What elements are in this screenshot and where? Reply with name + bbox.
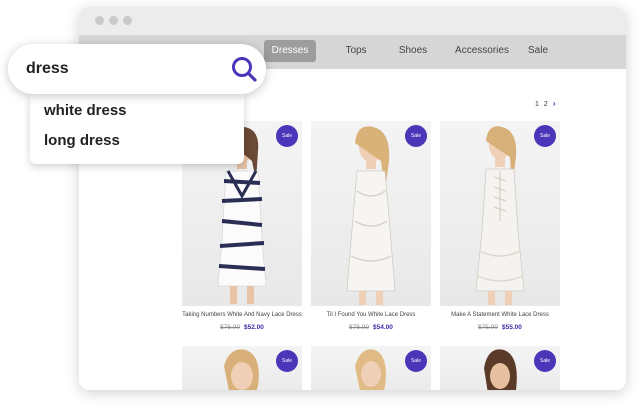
page: Dresses Tops Shoes Accessories Sale 1 2 ›	[0, 0, 640, 412]
suggestion-item[interactable]: white dress	[44, 102, 127, 119]
window-dot-maximize[interactable]	[123, 16, 132, 25]
sale-price: $52.00	[244, 324, 264, 331]
product-card[interactable]: Sale	[182, 346, 302, 390]
original-price: $75.00	[349, 324, 369, 331]
title-bar	[79, 7, 626, 35]
product-card[interactable]: Sale	[440, 346, 560, 390]
nav-item-shoes[interactable]: Shoes	[393, 40, 433, 62]
sale-badge: Sale	[405, 125, 427, 147]
nav-item-dresses[interactable]: Dresses	[264, 40, 316, 62]
product-image[interactable]: Sale	[440, 346, 560, 390]
sale-badge: Sale	[276, 125, 298, 147]
nav-item-accessories[interactable]: Accessories	[452, 40, 512, 62]
dress-photo-icon	[475, 126, 525, 305]
product-title[interactable]: Taking Numbers White And Navy Lace Dress	[182, 312, 302, 318]
product-card[interactable]: Sale Make A Statement White Lace Dress $…	[440, 121, 560, 331]
sale-price: $54.00	[373, 324, 393, 331]
original-price: $75.00	[478, 324, 498, 331]
next-page-icon[interactable]: ›	[553, 99, 556, 108]
search-suggestions: white dress long dress	[30, 94, 244, 164]
original-price: $75.00	[220, 324, 240, 331]
sale-badge: Sale	[534, 350, 556, 372]
nav-item-sale[interactable]: Sale	[525, 40, 551, 62]
dress-photo-icon	[346, 126, 396, 305]
product-price-row: $75.00 $55.00	[440, 324, 560, 331]
window-dot-minimize[interactable]	[109, 16, 118, 25]
nav-item-tops[interactable]: Tops	[338, 40, 374, 62]
sale-badge: Sale	[405, 350, 427, 372]
product-title[interactable]: Make A Statement White Lace Dress	[440, 312, 560, 318]
search-icon[interactable]	[230, 55, 258, 83]
sale-badge: Sale	[534, 125, 556, 147]
product-image[interactable]: Sale	[182, 346, 302, 390]
product-card[interactable]: Sale	[311, 346, 431, 390]
window-dot-close[interactable]	[95, 16, 104, 25]
product-price-row: $75.00 $54.00	[311, 324, 431, 331]
search-bar	[8, 44, 266, 94]
suggestion-item[interactable]: long dress	[44, 132, 120, 149]
search-input[interactable]	[26, 56, 206, 82]
page-1-link[interactable]: 1	[535, 101, 539, 108]
product-price-row: $75.00 $52.00	[182, 324, 302, 331]
pagination: 1 2 ›	[535, 99, 560, 108]
product-title[interactable]: Til I Found You White Lace Dress	[311, 312, 431, 318]
sale-price: $55.00	[502, 324, 522, 331]
product-image[interactable]: Sale	[440, 121, 560, 306]
product-image[interactable]: Sale	[311, 346, 431, 390]
product-card[interactable]: Sale Til I Found You White Lace Dress $7…	[311, 121, 431, 331]
product-image[interactable]: Sale	[311, 121, 431, 306]
sale-badge: Sale	[276, 350, 298, 372]
page-2-link[interactable]: 2	[544, 101, 548, 108]
